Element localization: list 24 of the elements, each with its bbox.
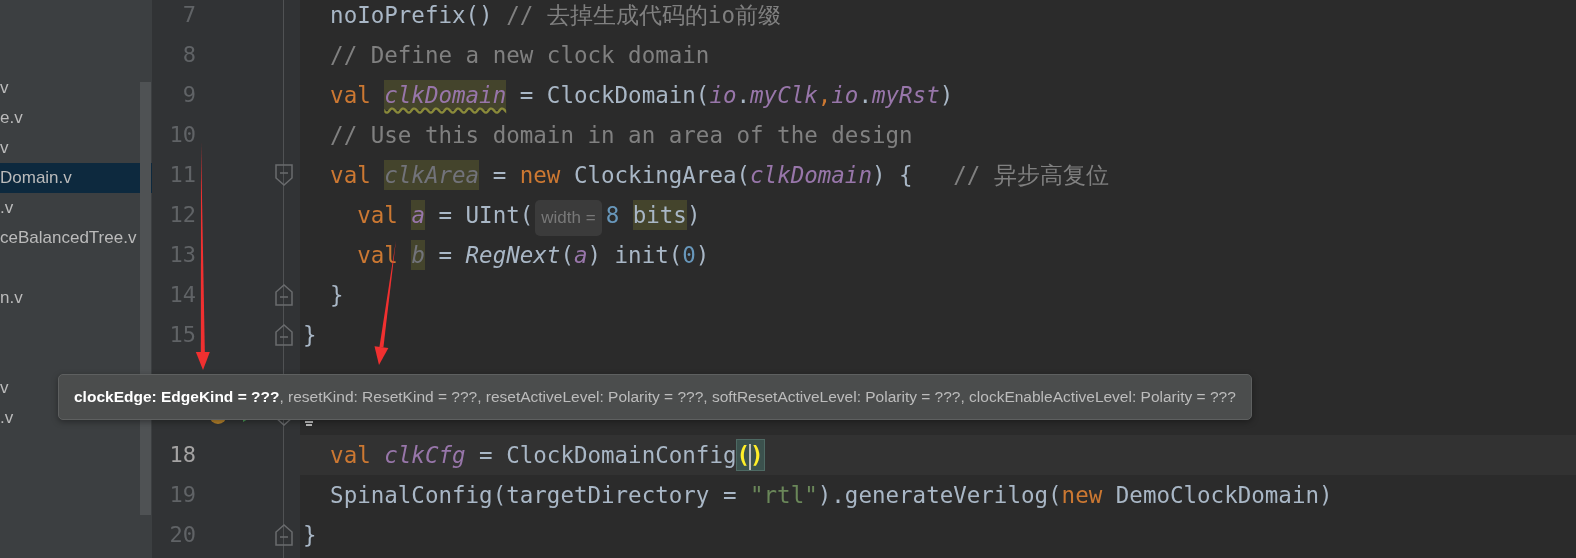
code-line: // Use this domain in an area of the design — [329, 121, 914, 150]
file-tree-item[interactable]: v — [0, 73, 152, 103]
code-line: // Define a new clock domain — [329, 41, 711, 70]
fold-icon[interactable] — [275, 524, 293, 546]
file-tree-item[interactable]: e.v — [0, 103, 152, 133]
parameter-info-tooltip: clockEdge: EdgeKind = ???, resetKind: ResetKind = ???, resetActiveLevel: Polarity = ???, softResetActiveLevel: Polarity = ???, clockEnableActiveLevel: Polarity = ??? — [58, 374, 1252, 420]
code-line: val clkDomain = ClockDomain(io.myClk,io.myRst) — [329, 79, 955, 112]
code-line: val b = RegNext(a) init(0) — [356, 239, 711, 272]
code-line: } — [302, 321, 318, 350]
fold-icon[interactable] — [275, 284, 293, 306]
code-line: } — [302, 521, 318, 550]
file-tree-item[interactable]: .v — [0, 193, 152, 223]
code-line: noIoPrefix() // 去掉生成代码的io前缀 — [329, 1, 782, 30]
file-tree-item[interactable]: n.v — [0, 283, 152, 313]
code-line: val clkArea = new ClockingArea(clkDomain) { // 异步高复位 — [329, 159, 1110, 192]
fold-icon[interactable] — [275, 164, 293, 186]
fold-icon[interactable] — [275, 324, 293, 346]
file-tree-item[interactable]: Domain.v — [0, 163, 152, 193]
file-tree-item[interactable]: ceBalancedTree.v — [0, 223, 152, 253]
code-line: } — [329, 281, 345, 310]
code-line: SpinalConfig(targetDirectory = "rtl").generateVerilog(new DemoClockDomain) — [329, 481, 1334, 510]
line-number: 18 — [169, 442, 196, 468]
file-tree-item[interactable]: v — [0, 133, 152, 163]
code-line: val a = UInt( width = 8 bits) — [300, 195, 1576, 235]
